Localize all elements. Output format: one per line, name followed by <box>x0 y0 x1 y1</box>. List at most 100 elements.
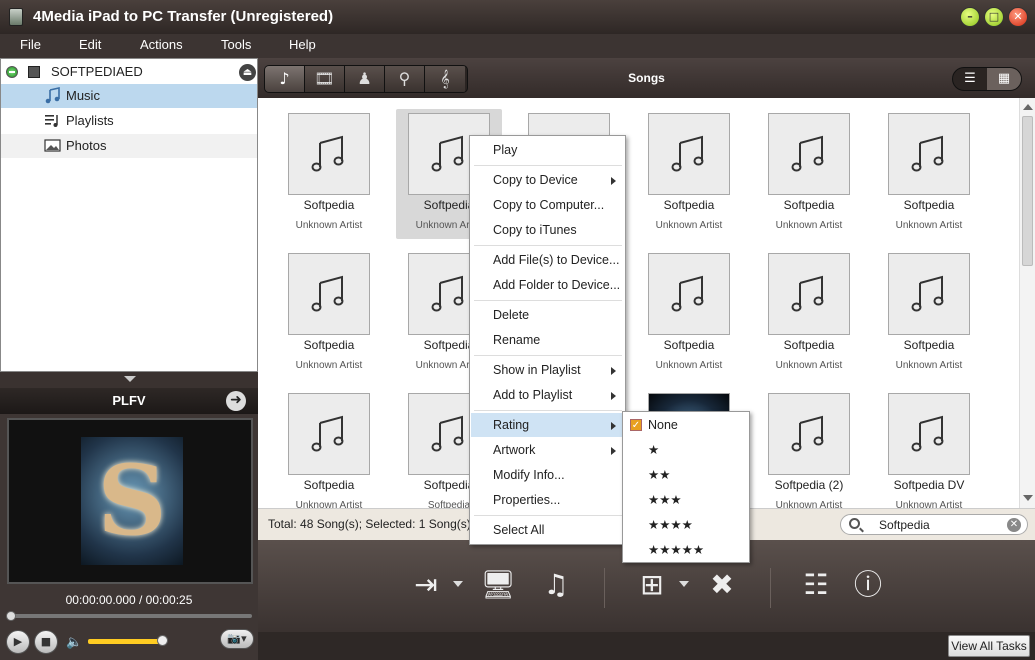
song-tile[interactable]: Softpedia Unknown Artist <box>276 389 382 508</box>
playback-time: 00:00:00.000 / 00:00:25 <box>65 593 193 607</box>
song-tile[interactable]: Softpedia Unknown Artist <box>756 109 862 239</box>
song-artist: Unknown Artist <box>295 360 363 371</box>
context-menu-label: Play <box>493 143 518 157</box>
search-input[interactable]: Softpedia ✕ <box>840 514 1028 535</box>
song-tile[interactable]: Softpedia Unknown Artist <box>876 249 982 379</box>
song-tile[interactable]: Softpedia Unknown Artist <box>876 109 982 239</box>
context-menu-item[interactable]: Modify Info... <box>471 463 624 487</box>
scroll-thumb[interactable] <box>1022 116 1033 266</box>
snapshot-button[interactable]: 📷▾ <box>220 629 254 649</box>
sidebar-item-playlists[interactable]: Playlists <box>1 109 257 133</box>
context-menu-label: Select All <box>493 523 545 537</box>
view-all-tasks-button[interactable]: View All Tasks <box>948 635 1030 657</box>
song-title: Softpedia <box>303 338 355 352</box>
context-menu-item[interactable]: Copy to iTunes <box>471 218 624 242</box>
device-row[interactable]: SOFTPEDIAED ⏏ <box>1 60 257 84</box>
song-artist: Unknown Artist <box>775 220 843 231</box>
song-tile[interactable]: Softpedia Unknown Artist <box>636 249 742 379</box>
rating-option[interactable]: ★★★★ <box>624 513 748 538</box>
menu-edit[interactable]: Edit <box>79 37 101 52</box>
song-thumbnail <box>888 393 970 475</box>
context-menu-item[interactable]: Add to Playlist <box>471 383 624 407</box>
checkmark-icon: ✓ <box>630 419 642 431</box>
scroll-down-icon[interactable] <box>1023 495 1033 501</box>
sidebar-item-photos[interactable]: Photos <box>1 134 257 158</box>
collapse-player-toggle[interactable] <box>0 372 258 388</box>
toolbar-divider <box>604 568 605 608</box>
song-title: Softpedia <box>783 338 835 352</box>
clear-search-icon[interactable]: ✕ <box>1007 518 1021 532</box>
copy-to-computer-icon[interactable]: 🖥 <box>480 567 516 603</box>
menu-file[interactable]: File <box>20 37 41 52</box>
close-button[interactable]: ✕ <box>1008 7 1028 27</box>
song-tile[interactable]: Softpedia (2) Unknown Artist <box>756 389 862 508</box>
menu-help[interactable]: Help <box>289 37 316 52</box>
music-note-icon <box>431 415 464 452</box>
context-menu-item[interactable]: Copy to Device <box>471 168 624 192</box>
song-tile[interactable]: Softpedia Unknown Artist <box>756 249 862 379</box>
preview-player: PLFV ➜ S 00:00:00.000 / 00:00:25 ▶ ■ 🔈 📷… <box>0 388 258 660</box>
context-menu-item[interactable]: Rename <box>471 328 624 352</box>
song-tile[interactable]: Softpedia Unknown Artist <box>636 109 742 239</box>
context-menu-item[interactable]: Artwork <box>471 438 624 462</box>
rating-option[interactable]: ★★ <box>624 463 748 488</box>
song-thumbnail <box>288 113 370 195</box>
stop-button[interactable]: ■ <box>34 630 58 654</box>
list-view-icon[interactable]: ☰ <box>953 68 987 90</box>
grid-view-icon[interactable]: ▦ <box>987 68 1021 90</box>
rating-option[interactable]: ★★★ <box>624 488 748 513</box>
music-note-icon <box>671 275 704 312</box>
menu-tools[interactable]: Tools <box>221 37 251 52</box>
info-icon[interactable]: ⓘ <box>850 567 886 603</box>
music-note-icon <box>671 135 704 172</box>
dropdown-arrow-icon[interactable] <box>679 581 689 587</box>
rating-option[interactable]: ★★★★★ <box>624 538 748 563</box>
title-bar: 4Media iPad to PC Transfer (Unregistered… <box>0 0 1035 34</box>
song-artist: Unknown Artist <box>775 360 843 371</box>
song-thumbnail <box>888 253 970 335</box>
song-tile[interactable]: Softpedia Unknown Artist <box>276 109 382 239</box>
song-thumbnail <box>648 113 730 195</box>
song-tile[interactable]: Softpedia DV Unknown Artist <box>876 389 982 508</box>
play-button[interactable]: ▶ <box>6 630 30 654</box>
maximize-button[interactable]: □ <box>984 7 1004 27</box>
music-note-icon <box>311 135 344 172</box>
context-menu-item[interactable]: Copy to Computer... <box>471 193 624 217</box>
rating-label: ★★★ <box>648 493 682 507</box>
volume-handle[interactable] <box>157 635 168 646</box>
volume-slider[interactable] <box>88 639 162 644</box>
add-to-device-icon[interactable]: ⊞ <box>634 567 670 603</box>
next-arrow-icon[interactable]: ➜ <box>226 391 246 411</box>
scroll-up-icon[interactable] <box>1023 104 1033 110</box>
delete-icon[interactable]: ✖ <box>704 567 740 603</box>
eject-icon[interactable]: ⏏ <box>239 64 256 81</box>
copy-to-itunes-icon[interactable]: ♫ <box>538 567 574 603</box>
context-menu-item[interactable]: Add Folder to Device... <box>471 273 624 297</box>
menu-actions[interactable]: Actions <box>140 37 183 52</box>
rating-option[interactable]: ★ <box>624 438 748 463</box>
copy-to-device-icon[interactable]: ⇥ <box>408 567 444 603</box>
seek-handle[interactable] <box>6 611 16 621</box>
context-menu-item[interactable]: Rating <box>471 413 624 437</box>
context-menu-item[interactable]: Select All <box>471 518 624 542</box>
song-thumbnail <box>768 253 850 335</box>
dropdown-arrow-icon[interactable] <box>453 581 463 587</box>
song-tile[interactable]: Softpedia Unknown Artist <box>276 249 382 379</box>
song-thumbnail <box>888 113 970 195</box>
grid-scrollbar[interactable] <box>1019 98 1035 508</box>
playlist-add-icon[interactable]: ☷ <box>798 567 834 603</box>
song-artist: Unknown Artist <box>895 500 963 508</box>
song-thumbnail <box>648 253 730 335</box>
song-artist: Unknown Artist <box>655 220 723 231</box>
artwork-letter: S <box>97 444 167 557</box>
context-menu-item[interactable]: Delete <box>471 303 624 327</box>
seek-bar[interactable] <box>8 614 252 618</box>
rating-option[interactable]: ✓ None <box>624 413 748 438</box>
context-menu-item[interactable]: Add File(s) to Device... <box>471 248 624 272</box>
context-menu-item[interactable]: Play <box>471 138 624 162</box>
context-menu-item[interactable]: Show in Playlist <box>471 358 624 382</box>
context-menu-item[interactable]: Properties... <box>471 488 624 512</box>
minimize-button[interactable]: – <box>960 7 980 27</box>
song-artist: Unknown Artist <box>895 220 963 231</box>
sidebar-item-music[interactable]: Music <box>1 84 257 108</box>
